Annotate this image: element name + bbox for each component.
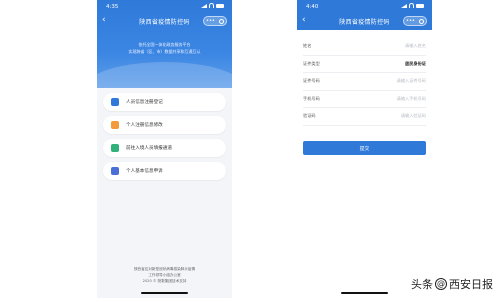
menu-item-label: 个人基本信息申诉 — [126, 169, 163, 174]
hero-line: 依托全国一体化政务服务平台 — [138, 42, 191, 47]
hero-line: 实现跨省（区、市）数据共享和互通互认 — [128, 49, 201, 54]
home-indicator[interactable] — [141, 292, 188, 294]
form-row-phone[interactable]: 手机号码 请输入手机号码 — [303, 91, 426, 108]
battery-icon — [216, 3, 224, 8]
close-target-icon[interactable] — [218, 18, 224, 24]
status-time: 4:35 — [106, 4, 119, 10]
form-row-id-number[interactable]: 证件号码 请输入证件号码 — [303, 73, 426, 91]
field-label: 验证码 — [303, 113, 316, 119]
form-row-name[interactable]: 姓名 请输入姓名 — [303, 38, 426, 56]
registration-form: 姓名 请输入姓名 证件类型 居民身份证 证件号码 请输入证件号码 手机号码 请输… — [303, 38, 426, 126]
battery-icon — [416, 3, 424, 8]
field-label: 证件类型 — [303, 60, 320, 66]
close-target-icon[interactable] — [418, 18, 424, 24]
menu-item-label: 人员信息注册登记 — [126, 100, 163, 105]
hero-description: 依托全国一体化政务服务平台 实现跨省（区、市）数据共享和互通互认 — [97, 41, 232, 55]
service-menu: 人员信息注册登记 个人注册信息修改 前往入境人员填报通道 个人基本信息申诉 — [103, 93, 226, 185]
miniprogram-capsule[interactable]: ••• — [403, 16, 427, 26]
menu-item-appeal[interactable]: 个人基本信息申诉 — [103, 162, 226, 180]
form-row-id-type[interactable]: 证件类型 居民身份证 — [303, 56, 426, 73]
phone-screen-form: 4:40 ‹ 陕西省疫情防控码 ••• 姓名 请输入姓名 证件类型 居民身份证 … — [297, 0, 432, 298]
status-bar: 4:35 — [97, 0, 232, 14]
field-label: 手机号码 — [303, 95, 320, 101]
miniprogram-capsule[interactable]: ••• — [203, 16, 227, 26]
signal-icon — [201, 3, 207, 8]
document-icon — [111, 98, 119, 106]
field-label: 证件号码 — [303, 78, 320, 84]
source-watermark: 头条 @ 西安日报 — [411, 276, 493, 292]
menu-item-label: 前往入境人员填报通道 — [126, 146, 172, 151]
more-icon[interactable]: ••• — [406, 18, 415, 24]
at-icon: @ — [435, 278, 447, 290]
more-icon[interactable]: ••• — [206, 18, 215, 24]
form-row-verify-code[interactable]: 验证码 请输入验证码 — [303, 108, 426, 126]
submit-button[interactable]: 提交 — [303, 141, 426, 155]
edit-card-icon — [111, 121, 119, 129]
status-icons — [401, 3, 424, 8]
wifi-icon — [409, 3, 414, 8]
menu-item-edit-info[interactable]: 个人注册信息修改 — [103, 116, 226, 134]
watermark-prefix: 头条 — [411, 278, 433, 291]
status-bar: 4:40 — [297, 0, 432, 14]
nav-bar: ‹ 陕西省疫情防控码 ••• — [297, 14, 432, 29]
status-icons — [201, 3, 224, 8]
signal-icon — [401, 3, 407, 8]
id-number-input[interactable]: 请输入证件号码 — [397, 78, 426, 84]
name-input[interactable]: 请输入姓名 — [405, 43, 426, 49]
status-time: 4:40 — [306, 4, 319, 10]
home-indicator[interactable] — [341, 292, 388, 294]
menu-item-label: 个人注册信息修改 — [126, 123, 163, 128]
watermark-name: 西安日报 — [449, 278, 493, 291]
appeal-icon — [111, 167, 119, 175]
phone-screen-menu: 依托全国一体化政务服务平台 实现跨省（区、市）数据共享和互通互认 4:35 ‹ … — [97, 0, 232, 298]
plane-icon — [111, 144, 119, 152]
phone-input[interactable]: 请输入手机号码 — [397, 96, 426, 102]
wifi-icon — [209, 3, 214, 8]
field-label: 姓名 — [303, 43, 312, 49]
verify-code-input[interactable]: 请输入验证码 — [401, 113, 426, 119]
menu-item-register[interactable]: 人员信息注册登记 — [103, 93, 226, 111]
menu-item-entry-report[interactable]: 前往入境人员填报通道 — [103, 139, 226, 157]
id-type-select[interactable]: 居民身份证 — [405, 61, 426, 67]
nav-bar: ‹ 陕西省疫情防控码 ••• — [97, 14, 232, 29]
footer-line: 2020 © 陕数集团技术支持 — [142, 279, 187, 283]
footer-credits: 陕西省应对新型冠状病毒感染肺炎疫情 工作领导小组办公室 2020 © 陕数集团技… — [97, 266, 232, 284]
